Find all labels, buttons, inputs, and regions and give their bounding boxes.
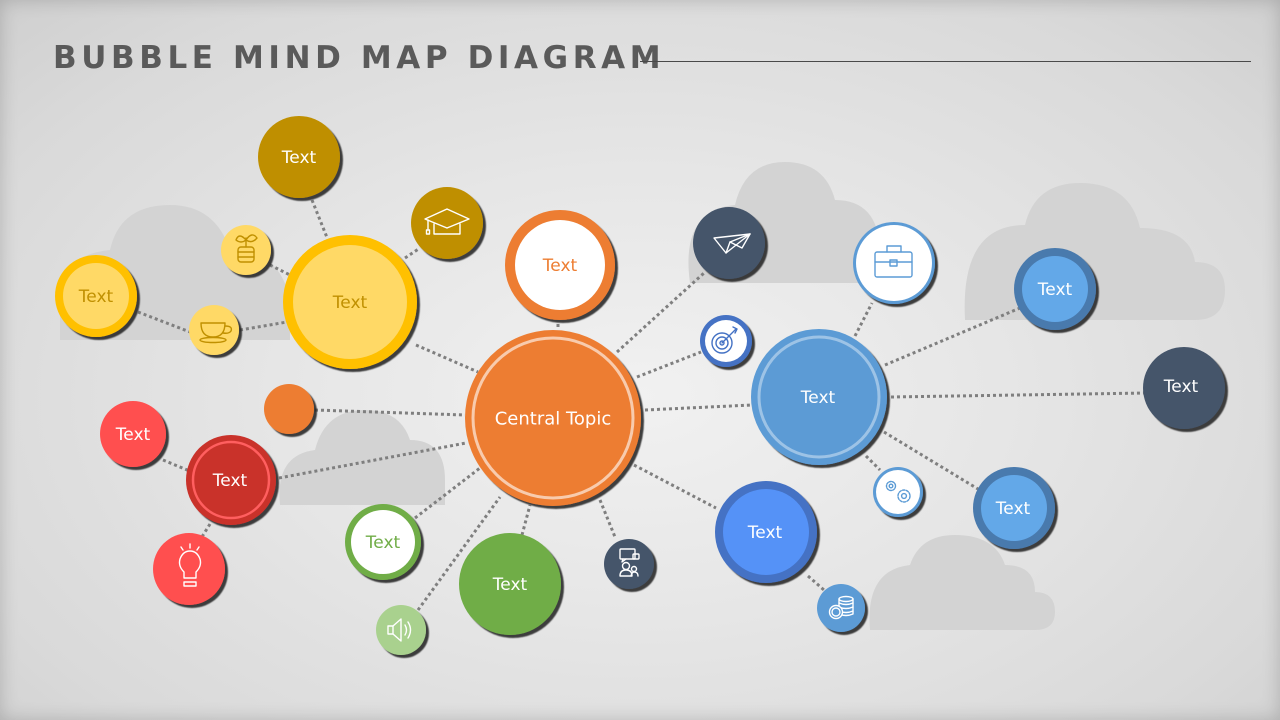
light-bulb-node[interactable] (153, 533, 225, 605)
cloud-top-right (964, 183, 1225, 320)
node-yellow-main-label: Text (332, 293, 368, 313)
target-node[interactable] (700, 315, 752, 367)
node-blue-top-right-label: Text (1037, 280, 1073, 300)
node-blue-bottom-right-label: Text (995, 499, 1031, 519)
cloud-bottom-right (869, 535, 1055, 630)
gears-node[interactable] (873, 467, 923, 517)
mind-map-canvas: Text Text Text Text Central Topic Text T… (55, 116, 1225, 655)
node-blue-bright-label: Text (747, 523, 783, 543)
node-blue-main-label: Text (800, 388, 836, 408)
node-red-main-label: Text (212, 471, 248, 491)
node-gold-top-label: Text (281, 148, 317, 168)
briefcase-node[interactable] (853, 222, 935, 304)
plant-pot-node[interactable] (221, 225, 271, 275)
node-orange-white-label: Text (542, 256, 578, 276)
graduation-cap-node[interactable] (411, 187, 483, 259)
node-red-left-label: Text (115, 425, 151, 445)
node-green-white-label: Text (365, 533, 401, 553)
node-yellow-left-label: Text (78, 287, 114, 307)
node-green-main-label: Text (492, 575, 528, 595)
orange-small-node[interactable] (264, 384, 314, 434)
node-navy-right-label: Text (1163, 377, 1199, 397)
central-topic-label: Central Topic (495, 409, 612, 430)
